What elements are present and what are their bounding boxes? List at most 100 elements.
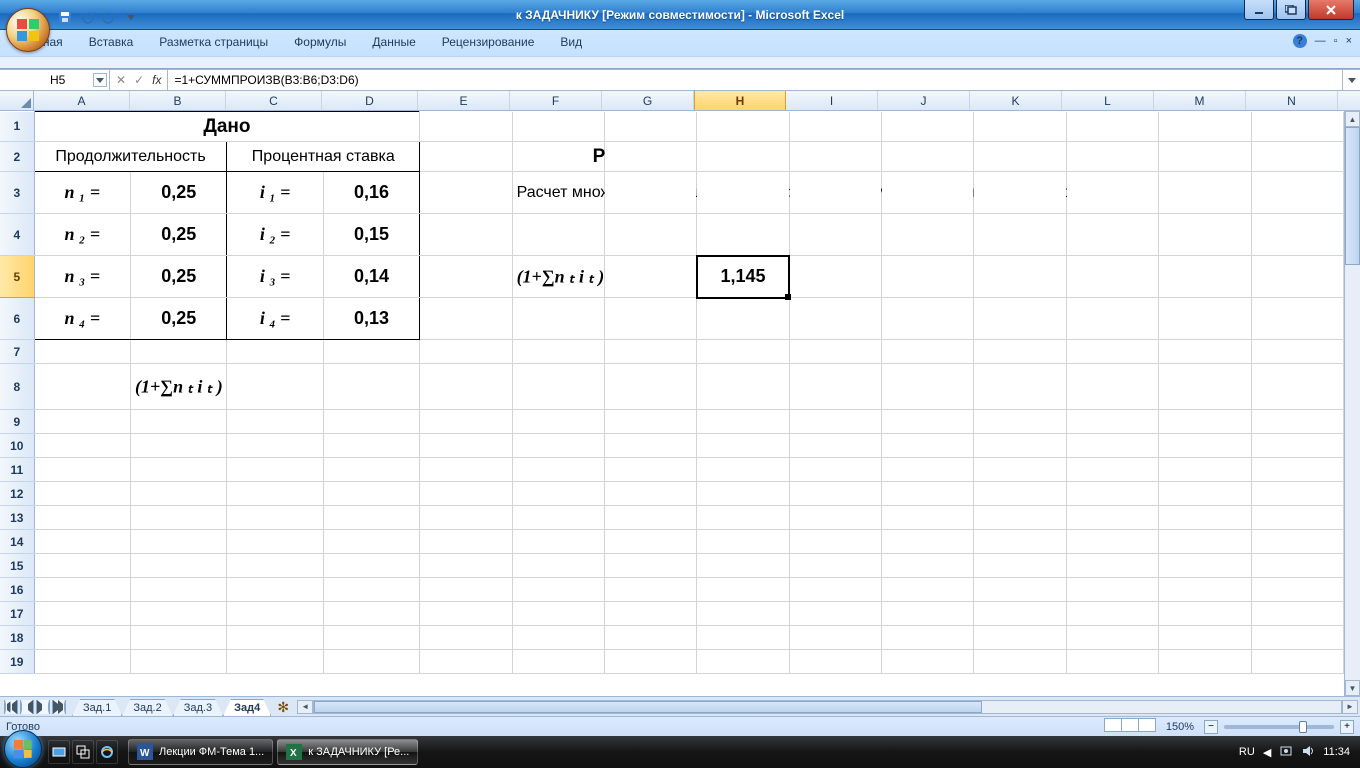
cell-G2[interactable] — [604, 142, 696, 172]
ribbon-minimize-window-icon[interactable]: — — [1315, 35, 1326, 47]
cell-A10[interactable] — [34, 434, 130, 458]
cell-G3[interactable] — [604, 172, 696, 214]
tray-volume-icon[interactable] — [1301, 744, 1315, 761]
cell-K7[interactable] — [974, 340, 1066, 364]
cell-B19[interactable] — [131, 650, 227, 674]
cell-C9[interactable] — [227, 410, 323, 434]
cell-F2[interactable]: Решение — [512, 142, 604, 172]
cell-A8[interactable] — [34, 364, 130, 410]
cell-G15[interactable] — [604, 554, 696, 578]
cell-E12[interactable] — [420, 482, 512, 506]
row-header-10[interactable]: 10 — [0, 434, 34, 458]
cell-F13[interactable] — [512, 506, 604, 530]
cell-F6[interactable] — [512, 298, 604, 340]
cell-D17[interactable] — [323, 602, 419, 626]
cell-I19[interactable] — [789, 650, 881, 674]
cell-L13[interactable] — [1066, 506, 1158, 530]
cell-F1[interactable] — [512, 112, 604, 142]
cell-C12[interactable] — [227, 482, 323, 506]
cell-F4[interactable] — [512, 214, 604, 256]
sheet-nav-first[interactable] — [4, 700, 18, 714]
zoom-slider[interactable] — [1224, 725, 1334, 729]
cell-B11[interactable] — [131, 458, 227, 482]
sheet-nav-next[interactable] — [36, 700, 50, 714]
cell-F10[interactable] — [512, 434, 604, 458]
sheet-tab-1[interactable]: Зад.1 — [72, 699, 122, 716]
cell-D9[interactable] — [323, 410, 419, 434]
col-header-J[interactable]: J — [878, 91, 970, 110]
cell-E8[interactable] — [420, 364, 512, 410]
cell-B8[interactable]: (1+∑n ₜ i ₜ ) = ? — [131, 364, 227, 410]
cell-N18[interactable] — [1251, 626, 1343, 650]
ribbon-tab-formulas[interactable]: Формулы — [281, 30, 359, 56]
cell-G17[interactable] — [604, 602, 696, 626]
ribbon-tab-data[interactable]: Данные — [359, 30, 428, 56]
cell-N2[interactable] — [1251, 142, 1343, 172]
row-header-14[interactable]: 14 — [0, 530, 34, 554]
cell-L19[interactable] — [1066, 650, 1158, 674]
cell-N6[interactable] — [1251, 298, 1343, 340]
cell-C15[interactable] — [227, 554, 323, 578]
sheet-tab-2[interactable]: Зад.2 — [122, 699, 172, 716]
cell-G6[interactable] — [604, 298, 696, 340]
cell-K4[interactable] — [974, 214, 1066, 256]
cell-I3[interactable] — [789, 172, 881, 214]
cell-D15[interactable] — [323, 554, 419, 578]
qat-redo-icon[interactable] — [100, 8, 118, 26]
cell-C8[interactable] — [227, 364, 323, 410]
cell-C2[interactable]: Процентная ставка — [227, 142, 420, 172]
cell-D18[interactable] — [323, 626, 419, 650]
zoom-in-button[interactable]: + — [1340, 720, 1354, 734]
row-header-13[interactable]: 13 — [0, 506, 34, 530]
cell-B5[interactable]: 0,25 — [131, 256, 227, 298]
col-header-N[interactable]: N — [1246, 91, 1338, 110]
cell-I17[interactable] — [789, 602, 881, 626]
cell-H14[interactable] — [697, 530, 789, 554]
cell-M7[interactable] — [1159, 340, 1251, 364]
row-header-6[interactable]: 6 — [0, 298, 34, 340]
cell-M3[interactable] — [1159, 172, 1251, 214]
cell-I1[interactable] — [789, 112, 881, 142]
cell-I8[interactable] — [789, 364, 881, 410]
cell-L12[interactable] — [1066, 482, 1158, 506]
cell-A13[interactable] — [34, 506, 130, 530]
zoom-out-button[interactable]: − — [1204, 720, 1218, 734]
cell-B17[interactable] — [131, 602, 227, 626]
qat-customize-dropdown[interactable] — [122, 8, 140, 26]
vertical-scrollbar[interactable]: ▲ ▼ — [1344, 111, 1360, 696]
cell-B3[interactable]: 0,25 — [131, 172, 227, 214]
cell-F16[interactable] — [512, 578, 604, 602]
tray-clock[interactable]: 11:34 — [1323, 746, 1350, 758]
cell-D14[interactable] — [323, 530, 419, 554]
scroll-right-button[interactable]: ► — [1342, 700, 1358, 714]
cell-C16[interactable] — [227, 578, 323, 602]
cell-J14[interactable] — [882, 530, 974, 554]
cell-A5[interactable]: n ₃ = — [34, 256, 130, 298]
maximize-button[interactable] — [1276, 0, 1306, 20]
cell-C17[interactable] — [227, 602, 323, 626]
cell-J4[interactable] — [882, 214, 974, 256]
cell-L18[interactable] — [1066, 626, 1158, 650]
sheet-nav-prev[interactable] — [20, 700, 34, 714]
scroll-left-button[interactable]: ◄ — [297, 700, 313, 714]
cell-J18[interactable] — [882, 626, 974, 650]
cell-A15[interactable] — [34, 554, 130, 578]
row-header-16[interactable]: 16 — [0, 578, 34, 602]
cell-A17[interactable] — [34, 602, 130, 626]
cell-C13[interactable] — [227, 506, 323, 530]
cell-H18[interactable] — [697, 626, 789, 650]
cell-I16[interactable] — [789, 578, 881, 602]
cell-K18[interactable] — [974, 626, 1066, 650]
cell-N19[interactable] — [1251, 650, 1343, 674]
cell-K19[interactable] — [974, 650, 1066, 674]
formula-bar-expand[interactable] — [1342, 70, 1360, 90]
col-header-H[interactable]: H — [694, 91, 786, 110]
cell-K15[interactable] — [974, 554, 1066, 578]
cell-A1[interactable]: Дано — [34, 112, 420, 142]
cell-N13[interactable] — [1251, 506, 1343, 530]
cell-N10[interactable] — [1251, 434, 1343, 458]
sheet-tab-3[interactable]: Зад.3 — [173, 699, 223, 716]
cell-B16[interactable] — [131, 578, 227, 602]
cell-D4[interactable]: 0,15 — [323, 214, 419, 256]
cell-F3[interactable]: Расчет множителя наращения при простых п… — [512, 172, 604, 214]
